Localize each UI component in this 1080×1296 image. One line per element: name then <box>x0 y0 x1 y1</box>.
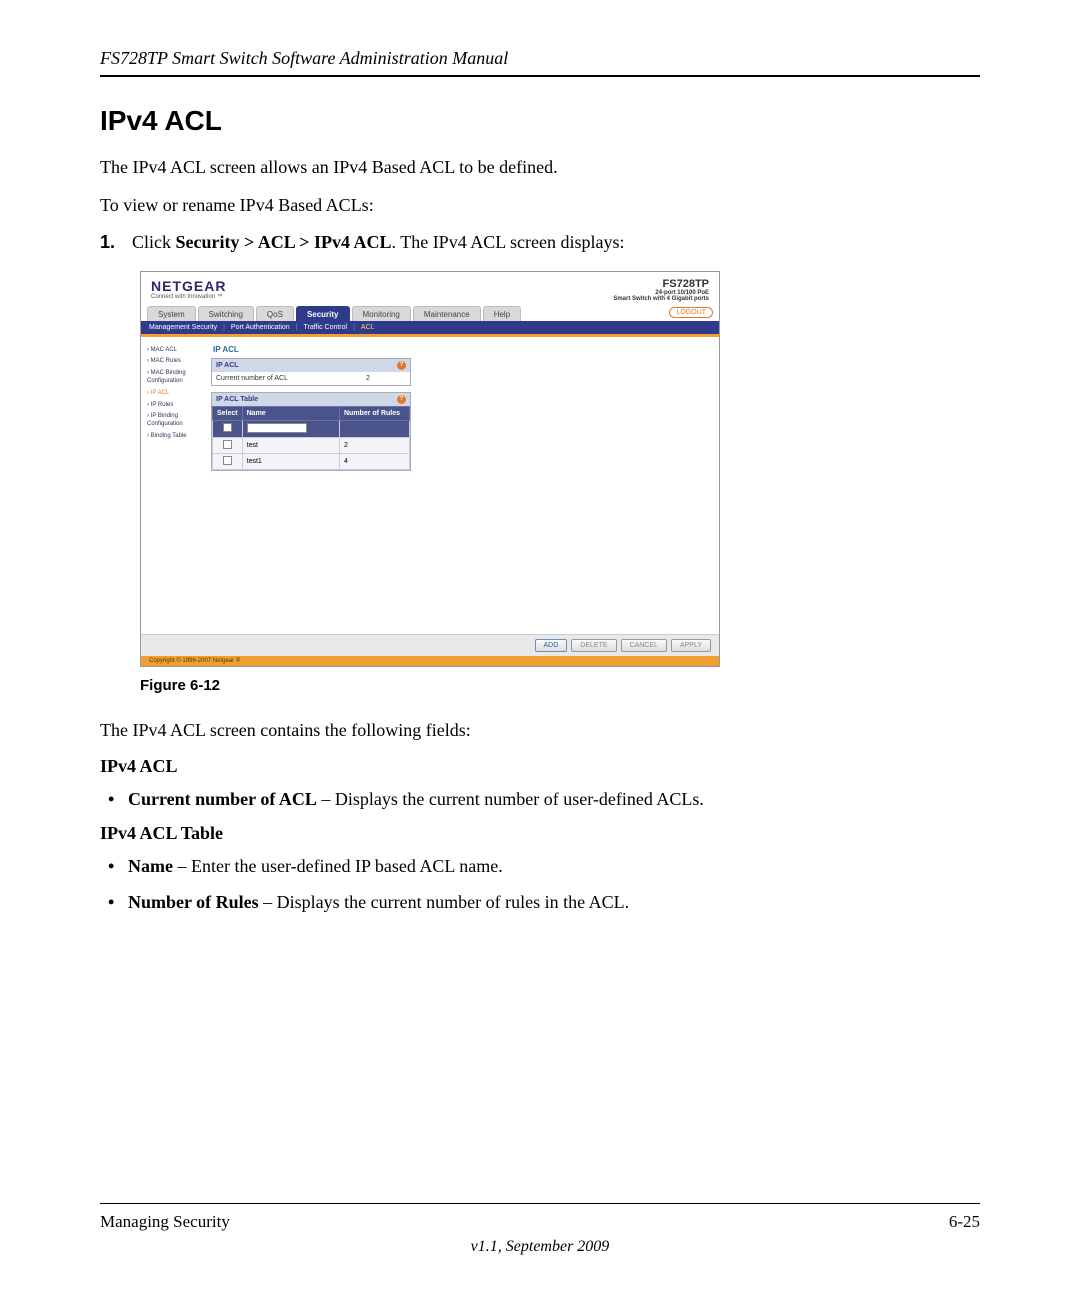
row-checkbox[interactable] <box>223 456 232 465</box>
intro-paragraph-2: To view or rename IPv4 Based ACLs: <box>100 193 980 217</box>
step-text: Click Security > ACL > IPv4 ACL. The IPv… <box>132 232 625 253</box>
sidebar-ip-acl[interactable]: IP ACL <box>145 388 207 400</box>
step-1: 1. Click Security > ACL > IPv4 ACL. The … <box>100 232 980 253</box>
row-rules: 2 <box>340 437 410 453</box>
field-name-rest: – Enter the user-defined IP based ACL na… <box>173 856 503 876</box>
subnav-traffic-control[interactable]: Traffic Control <box>304 324 348 331</box>
table-header-row: Select Name Number of Rules <box>213 406 410 420</box>
tab-help[interactable]: Help <box>483 306 521 321</box>
after-figure-paragraph: The IPv4 ACL screen contains the followi… <box>100 718 980 742</box>
heading-ipv4-acl: IPv4 ACL <box>100 756 980 777</box>
subnav-sep: | <box>223 324 225 331</box>
subnav-port-auth[interactable]: Port Authentication <box>231 324 290 331</box>
ipv4-acl-table-field-list: Name – Enter the user-defined IP based A… <box>100 854 980 915</box>
field-name: Name – Enter the user-defined IP based A… <box>128 854 980 878</box>
sidebar-mac-rules[interactable]: MAC Rules <box>145 356 207 368</box>
subnav-acl[interactable]: ACL <box>361 324 375 331</box>
step-suffix: . The IPv4 ACL screen displays: <box>392 232 625 252</box>
row-name: test1 <box>242 453 339 469</box>
name-input[interactable] <box>247 423 307 433</box>
step-bold: Security > ACL > IPv4 ACL <box>176 232 392 252</box>
sidebar-ip-binding[interactable]: IP Binding Configuration <box>145 411 207 431</box>
model-sub2: Smart Switch with 4 Gigabit ports <box>613 296 709 302</box>
sidebar-mac-binding[interactable]: MAC Binding Configuration <box>145 368 207 388</box>
model-block: FS728TP 24-port 10/100 PoE Smart Switch … <box>613 278 709 302</box>
model-name: FS728TP <box>613 278 709 290</box>
intro-paragraph-1: The IPv4 ACL screen allows an IPv4 Based… <box>100 155 980 179</box>
step-number: 1. <box>100 232 122 253</box>
tab-maintenance[interactable]: Maintenance <box>413 306 481 321</box>
sidebar-ip-rules[interactable]: IP Rules <box>145 400 207 412</box>
tab-switching[interactable]: Switching <box>198 306 254 321</box>
footer-right: 6-25 <box>949 1212 980 1232</box>
row-rules: 4 <box>340 453 410 469</box>
cancel-button[interactable]: CANCEL <box>621 639 667 652</box>
sidebar: MAC ACL MAC Rules MAC Binding Configurat… <box>141 337 211 634</box>
sidebar-binding-table[interactable]: Binding Table <box>145 431 207 443</box>
heading-ipv4-acl-table: IPv4 ACL Table <box>100 823 980 844</box>
main-panel: IP ACL IP ACL ? Current number of ACL 2 … <box>211 337 719 634</box>
add-button[interactable]: ADD <box>535 639 568 652</box>
row-name: test <box>242 437 339 453</box>
field-current-number: Current number of ACL – Displays the cur… <box>128 787 980 811</box>
field-number-rules: Number of Rules – Displays the current n… <box>128 890 980 914</box>
subnav-sep: | <box>353 324 355 331</box>
current-acl-value: 2 <box>366 375 406 382</box>
ip-acl-box-head: IP ACL ? <box>212 359 410 372</box>
ip-acl-table-title: IP ACL Table <box>216 396 258 403</box>
col-number-rules: Number of Rules <box>340 406 410 420</box>
table-input-row <box>213 420 410 437</box>
subnav-sep: | <box>296 324 298 331</box>
panel-title: IP ACL <box>213 345 713 354</box>
section-title: IPv4 ACL <box>100 105 980 137</box>
subnav-mgmt-security[interactable]: Management Security <box>149 324 217 331</box>
field-name-bold: Name <box>128 856 173 876</box>
screenshot: NETGEAR Connect with Innovation ™ FS728T… <box>140 271 720 667</box>
field-current-bold: Current number of ACL <box>128 789 317 809</box>
doc-header: FS728TP Smart Switch Software Administra… <box>100 48 980 77</box>
tab-qos[interactable]: QoS <box>256 306 294 321</box>
ip-acl-box-title: IP ACL <box>216 362 239 369</box>
tab-system[interactable]: System <box>147 306 196 321</box>
current-acl-row: Current number of ACL 2 <box>212 372 410 385</box>
col-name: Name <box>242 406 339 420</box>
footer-left: Managing Security <box>100 1212 230 1232</box>
footer-version: v1.1, September 2009 <box>100 1238 980 1256</box>
sub-nav: Management Security | Port Authentication… <box>141 321 719 334</box>
acl-table: Select Name Number of Rules test <box>212 406 410 470</box>
select-all-checkbox[interactable] <box>223 423 232 432</box>
screenshot-figure: NETGEAR Connect with Innovation ™ FS728T… <box>140 271 980 667</box>
ipv4-acl-field-list: Current number of ACL – Displays the cur… <box>100 787 980 811</box>
ip-acl-table-head: IP ACL Table ? <box>212 393 410 406</box>
figure-caption: Figure 6-12 <box>140 677 980 694</box>
screenshot-body: MAC ACL MAC Rules MAC Binding Configurat… <box>141 334 719 634</box>
screenshot-footer-buttons: ADD DELETE CANCEL APPLY <box>141 634 719 656</box>
main-tabs: System Switching QoS Security Monitoring… <box>141 306 719 321</box>
help-icon[interactable]: ? <box>397 361 406 370</box>
ip-acl-box: IP ACL ? Current number of ACL 2 <box>211 358 411 386</box>
delete-button[interactable]: DELETE <box>571 639 616 652</box>
field-current-rest: – Displays the current number of user-de… <box>317 789 704 809</box>
screenshot-header: NETGEAR Connect with Innovation ™ FS728T… <box>141 272 719 306</box>
help-icon[interactable]: ? <box>397 395 406 404</box>
col-select: Select <box>213 406 243 420</box>
tab-security[interactable]: Security <box>296 306 350 321</box>
table-row: test 2 <box>213 437 410 453</box>
screenshot-copyright: Copyright © 1996-2007 Netgear ® <box>141 656 719 666</box>
doc-footer: Managing Security 6-25 v1.1, September 2… <box>100 1203 980 1256</box>
brand-tagline: Connect with Innovation ™ <box>151 294 226 300</box>
table-row: test1 4 <box>213 453 410 469</box>
step-prefix: Click <box>132 232 176 252</box>
brand-logo: NETGEAR Connect with Innovation ™ <box>151 278 226 300</box>
ip-acl-table-box: IP ACL Table ? Select Name Number of Rul… <box>211 392 411 471</box>
logout-button[interactable]: LOGOUT <box>669 307 713 318</box>
current-acl-label: Current number of ACL <box>216 375 358 382</box>
field-rules-rest: – Displays the current number of rules i… <box>259 892 629 912</box>
sidebar-mac-acl[interactable]: MAC ACL <box>145 345 207 357</box>
apply-button[interactable]: APPLY <box>671 639 711 652</box>
row-checkbox[interactable] <box>223 440 232 449</box>
brand-name: NETGEAR <box>151 278 226 294</box>
tab-monitoring[interactable]: Monitoring <box>352 306 411 321</box>
field-rules-bold: Number of Rules <box>128 892 259 912</box>
